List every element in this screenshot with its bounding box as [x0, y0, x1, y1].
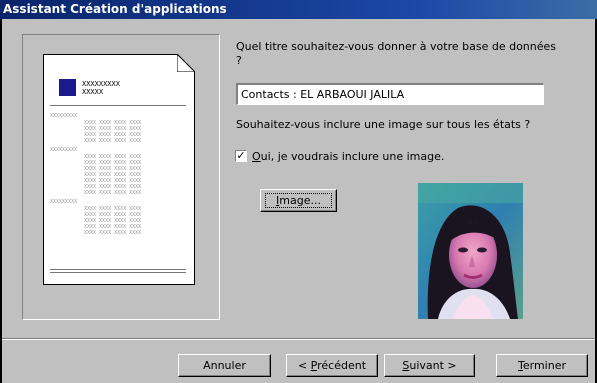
- wizard-window: Assistant Création d'applications XXXXXX…: [0, 0, 597, 383]
- include-image-label[interactable]: Oui, je voudrais inclure une image.: [252, 150, 444, 163]
- cancel-button[interactable]: Annuler: [178, 354, 271, 377]
- image-question: Souhaitez-vous inclure une image sur tou…: [236, 118, 531, 131]
- image-button[interactable]: Image...: [260, 189, 337, 212]
- preview-row: XXXX XXXX XXXX XXXX: [84, 190, 142, 196]
- preview-row: XXXX XXXX XXXX XXXX: [84, 138, 142, 144]
- title-question: Quel titre souhaitez-vous donner à votre…: [236, 40, 557, 67]
- selected-image-preview: [418, 183, 523, 319]
- finish-button[interactable]: Terminer: [496, 354, 588, 377]
- left-border: [0, 19, 2, 383]
- page-fold-icon: [177, 54, 195, 72]
- database-title-input[interactable]: [236, 83, 544, 105]
- window-title: Assistant Création d'applications: [0, 0, 597, 19]
- header-rule: [50, 105, 186, 106]
- report-preview-panel: XXXXXXXXX XXXXX XXXXXXXXX XXXX XXXX XXXX…: [22, 34, 220, 320]
- footer-rule: [50, 272, 186, 273]
- section-label: XXXXXXXXX: [50, 199, 78, 205]
- footer-separator-highlight: [2, 339, 595, 340]
- preview-row: XXXX XXXX XXXX XXXX: [84, 230, 142, 236]
- section-label: XXXXXXXXX: [50, 113, 78, 119]
- report-preview-sheet: XXXXXXXXX XXXXX XXXXXXXXX XXXX XXXX XXXX…: [43, 54, 195, 285]
- next-button[interactable]: Suivant >: [384, 354, 475, 377]
- include-image-checkbox[interactable]: ✓: [235, 150, 247, 162]
- previous-button[interactable]: < Précédent: [286, 354, 378, 377]
- report-logo-icon: [59, 79, 76, 96]
- focus-rectangle: [265, 193, 332, 208]
- header-line-2: XXXXX: [82, 88, 104, 96]
- section-label: XXXXXXXXX: [50, 147, 78, 153]
- footer-rule: [50, 269, 186, 270]
- header-line-1: XXXXXXXXX: [82, 80, 120, 88]
